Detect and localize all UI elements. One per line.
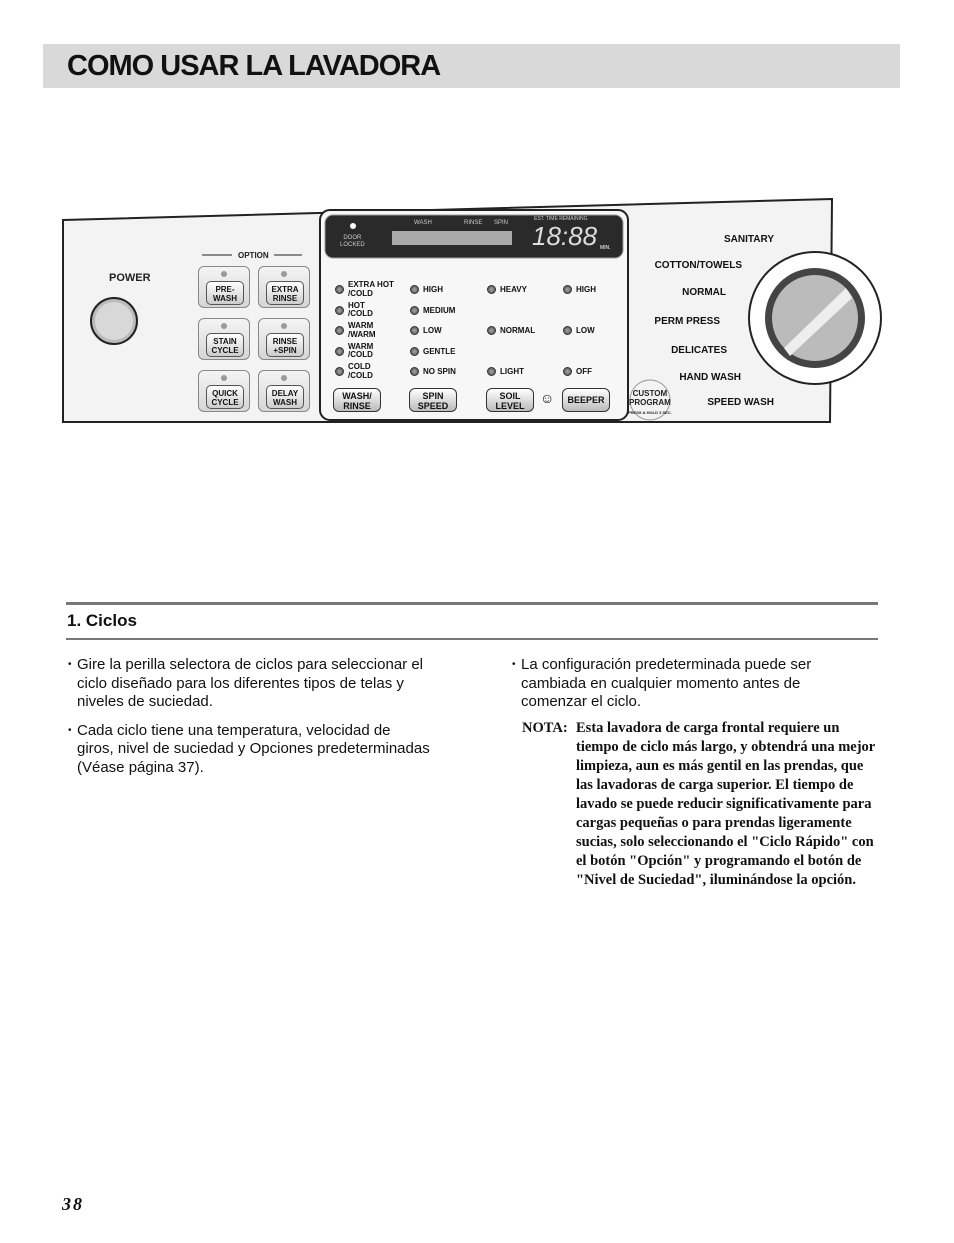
quick-cycle-button[interactable]: QUICK CYCLE bbox=[198, 370, 250, 412]
cycle-cotton-towels[interactable]: COTTON/TOWELS bbox=[655, 260, 742, 271]
prewash-button[interactable]: PRE- WASH bbox=[198, 266, 250, 308]
control-panel-illustration: POWER OPTION PRE- WASH EXTRA RINSE STAIN CY… bbox=[62, 198, 892, 424]
indicator-light bbox=[410, 326, 419, 335]
temp-option: HOT/COLD bbox=[348, 300, 373, 318]
temp-option: EXTRA HOT/COLD bbox=[348, 280, 394, 298]
power-label: POWER bbox=[109, 272, 151, 284]
page-title: COMO USAR LA LAVADORA bbox=[67, 50, 441, 82]
section-rule-top bbox=[66, 602, 878, 605]
time-display: 18:88 bbox=[532, 221, 598, 251]
indicator-light bbox=[335, 305, 344, 315]
wash-rinse-button[interactable]: WASH/RINSE bbox=[333, 388, 381, 412]
spin-option: HIGH bbox=[423, 285, 443, 294]
stain-cycle-button[interactable]: STAIN CYCLE bbox=[198, 318, 250, 360]
indicator-light bbox=[563, 326, 572, 335]
page-number: 38 bbox=[62, 1194, 84, 1214]
spin-option: MEDIUM bbox=[423, 305, 456, 315]
child-lock-icon: ☺ bbox=[540, 390, 555, 406]
soil-option: HEAVY bbox=[500, 285, 527, 294]
indicator-light bbox=[335, 367, 344, 376]
power-button[interactable] bbox=[91, 298, 137, 344]
temp-option: WARM/WARM bbox=[348, 321, 376, 339]
temp-option: WARM/COLD bbox=[348, 341, 374, 359]
indicator-light bbox=[410, 305, 419, 315]
beeper-option: OFF bbox=[576, 367, 592, 376]
spin-option: NO SPIN bbox=[423, 367, 456, 376]
indicator-light bbox=[335, 326, 344, 335]
soil-option: NORMAL bbox=[500, 326, 536, 335]
soil-level-button[interactable]: SOIL LEVEL bbox=[486, 388, 534, 412]
beeper-button[interactable]: BEEPER bbox=[562, 388, 610, 412]
cycle-delicates[interactable]: DELICATES bbox=[671, 345, 727, 356]
door-locked-indicator bbox=[350, 223, 356, 229]
spin-speed-button[interactable]: SPIN SPEED bbox=[409, 388, 457, 412]
cycle-hand-wash[interactable]: HAND WASH bbox=[679, 372, 741, 383]
indicator-light bbox=[563, 367, 572, 376]
note: NOTA: Esta lavadora de carga frontal requ… bbox=[522, 720, 875, 888]
right-column: La configuración predeterminada puede se… bbox=[512, 656, 852, 722]
indicator-light bbox=[410, 285, 419, 294]
indicator-light bbox=[487, 285, 496, 294]
cycle-sanitary[interactable]: SANITARY bbox=[724, 234, 774, 245]
cycle-perm-press[interactable]: PERM PRESS bbox=[654, 316, 720, 327]
indicator-light bbox=[563, 285, 572, 294]
header-bar: COMO USAR LA LAVADORA bbox=[43, 44, 900, 88]
option-label: OPTION bbox=[238, 251, 269, 260]
left-column: Gire la perilla selectora de ciclos para… bbox=[68, 656, 430, 787]
extra-rinse-button[interactable]: EXTRA RINSE bbox=[258, 266, 310, 308]
section-rule-bottom bbox=[66, 638, 878, 640]
indicator-light bbox=[335, 346, 344, 356]
indicator-light bbox=[487, 367, 496, 376]
indicator-light bbox=[410, 367, 419, 376]
rinse-spin-button[interactable]: RINSE +SPIN bbox=[258, 318, 310, 360]
beeper-option: HIGH bbox=[576, 285, 596, 294]
temp-option: COLD/COLD bbox=[348, 362, 373, 380]
section-title: 1. Ciclos bbox=[67, 611, 137, 630]
soil-option: LIGHT bbox=[500, 367, 524, 376]
cycle-speed-wash[interactable]: SPEED WASH bbox=[707, 397, 774, 408]
custom-program-button[interactable]: CUSTOM PROGRAM PRESS & HOLD 3 SEC. bbox=[628, 389, 672, 417]
spin-option: GENTLE bbox=[423, 346, 456, 356]
indicator-light bbox=[410, 346, 419, 356]
cycle-selector-dial[interactable] bbox=[752, 254, 878, 380]
cycle-normal[interactable]: NORMAL bbox=[682, 287, 726, 298]
indicator-light bbox=[335, 285, 344, 294]
indicator-light bbox=[487, 326, 496, 335]
beeper-option: LOW bbox=[576, 326, 595, 335]
delay-wash-button[interactable]: DELAY WASH bbox=[258, 370, 310, 412]
spin-option: LOW bbox=[423, 326, 442, 335]
